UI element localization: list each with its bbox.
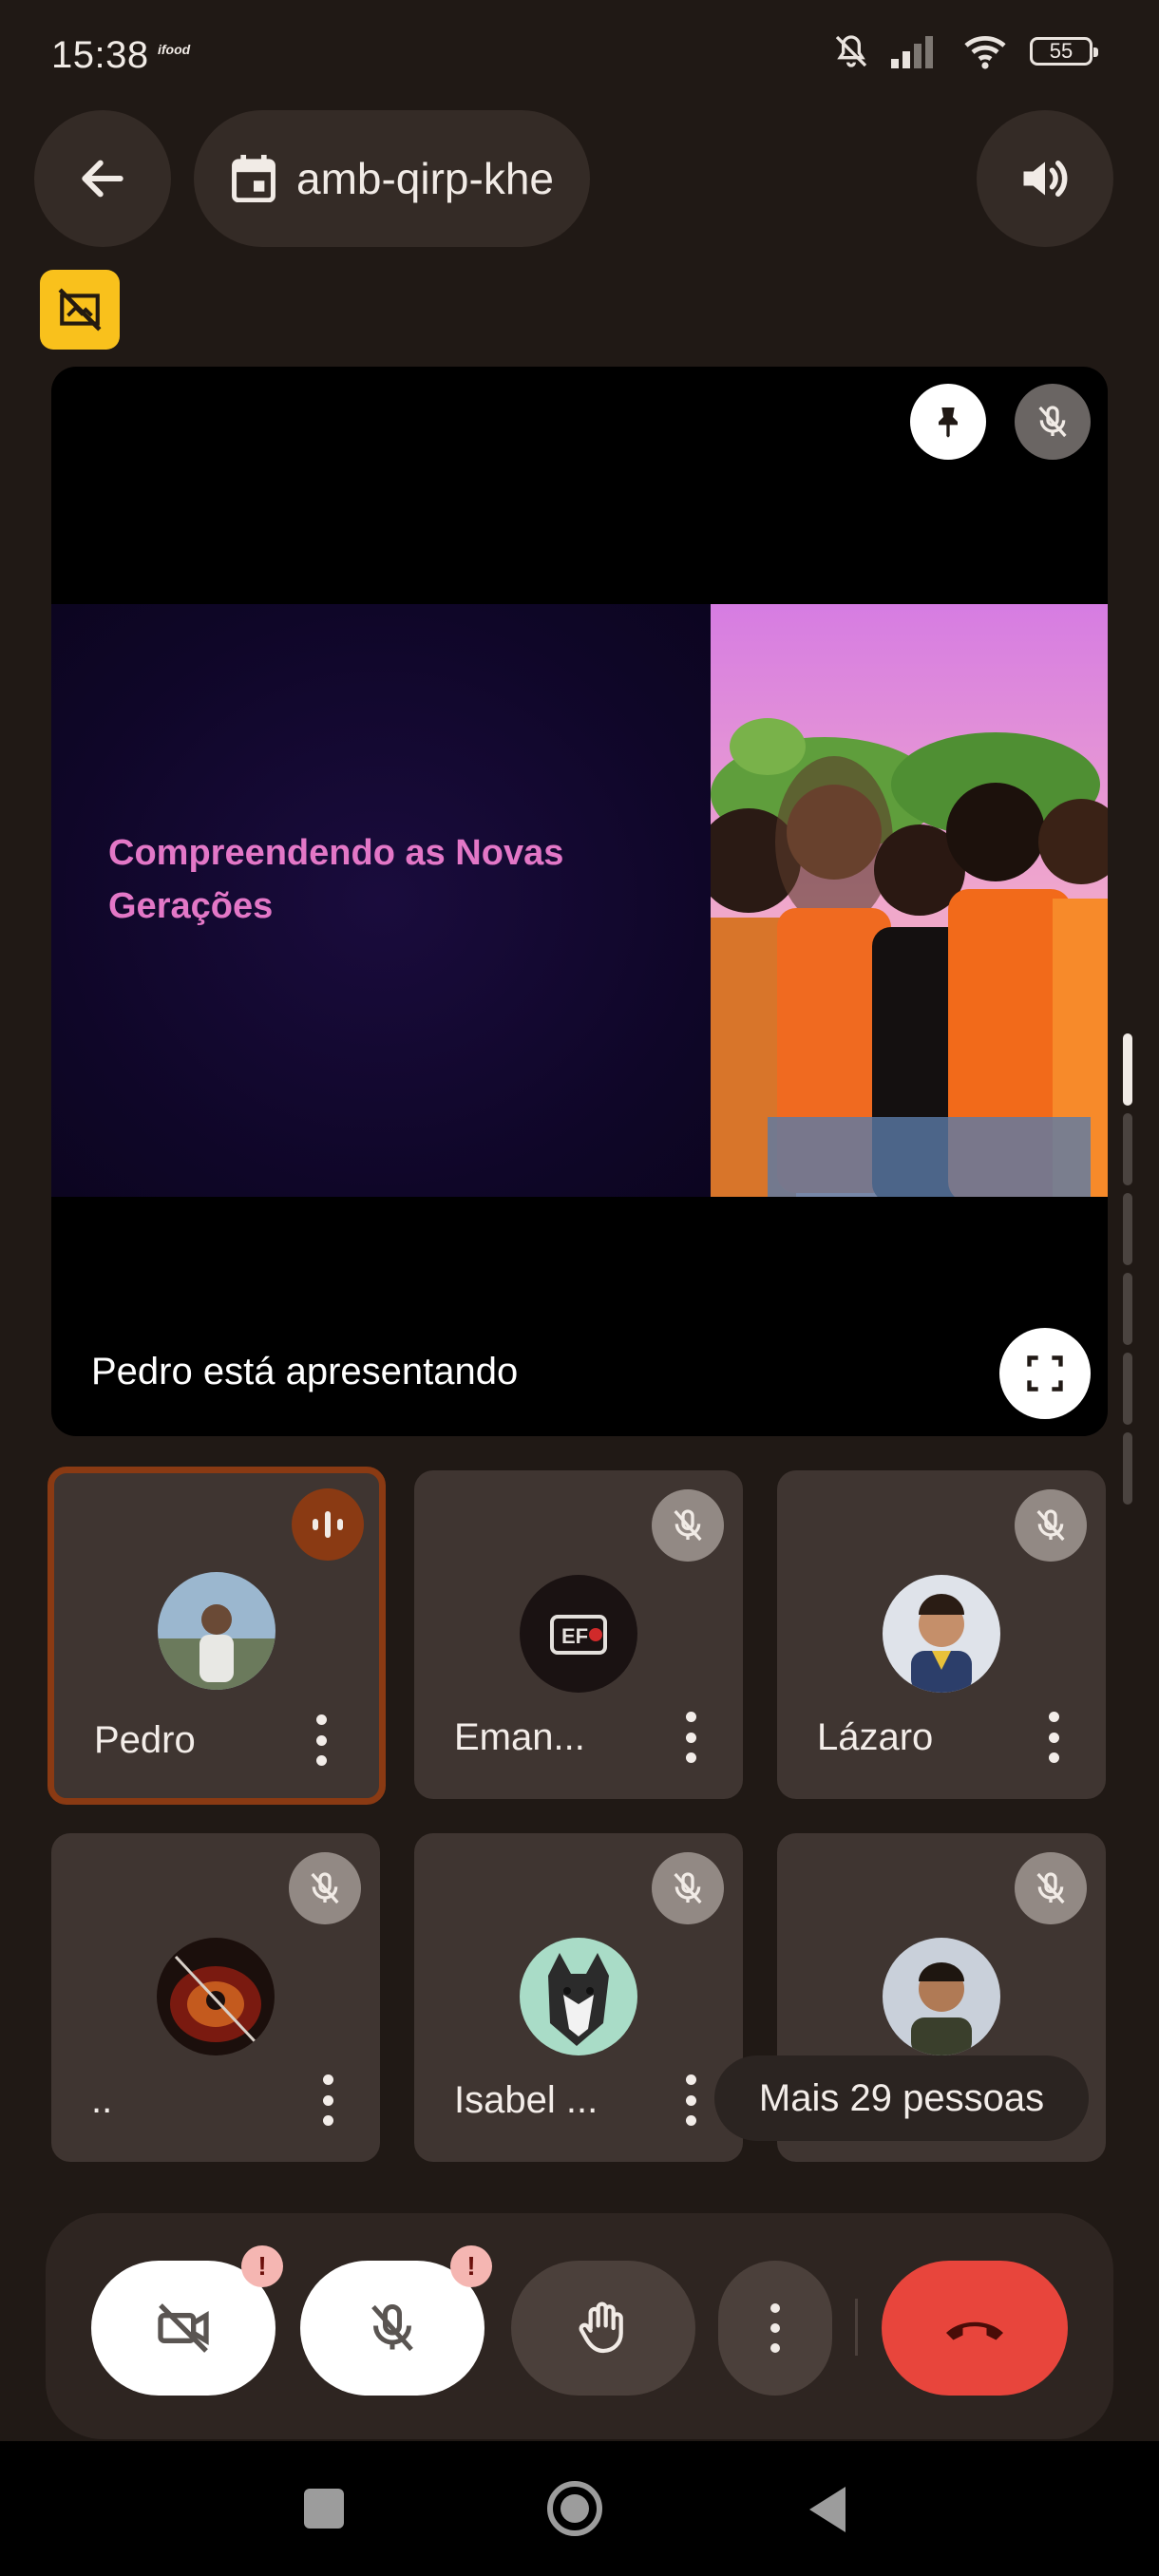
mic-off-icon <box>674 1872 702 1904</box>
more-options-icon[interactable] <box>684 1712 697 1763</box>
meeting-info-pill[interactable]: amb-qirp-khe <box>194 110 590 247</box>
meeting-code: amb-qirp-khe <box>296 154 554 203</box>
avatar <box>157 1938 275 2055</box>
fullscreen-icon <box>1027 1355 1063 1392</box>
mic-off-icon <box>1038 406 1067 438</box>
participant-tile[interactable]: .. <box>51 1833 380 2162</box>
participant-name: .. <box>91 2079 113 2121</box>
battery-icon: 55 <box>1030 37 1098 66</box>
end-call-button[interactable] <box>882 2261 1068 2396</box>
ifood-notification-icon: ifood <box>158 42 191 57</box>
participant-tile[interactable]: Lázaro <box>777 1470 1106 1799</box>
scroll-indicator-active <box>1123 1033 1132 1106</box>
participant-tile[interactable]: EF Eman... <box>414 1470 743 1799</box>
muted-indicator <box>1015 1852 1087 1924</box>
muted-indicator <box>652 1852 724 1924</box>
mic-alert-badge: ! <box>450 2245 492 2287</box>
participant-name: Eman... <box>454 1716 585 1758</box>
calendar-icon <box>232 155 276 202</box>
svg-text:EF: EF <box>561 1624 588 1648</box>
camera-off-icon <box>158 2303 209 2353</box>
participant-tile[interactable]: Pedro <box>48 1467 386 1805</box>
status-icons: 55 <box>832 32 1098 70</box>
home-button[interactable] <box>547 2481 602 2536</box>
group-photo-image <box>711 604 1108 1197</box>
scroll-indicator <box>1123 1432 1132 1505</box>
audio-waves-icon <box>313 1511 343 1538</box>
slide-title: Compreendendo as Novas Gerações <box>108 833 564 926</box>
participant-name: Pedro <box>94 1719 196 1761</box>
more-options-button[interactable] <box>718 2261 832 2396</box>
volume-icon <box>1023 161 1068 197</box>
mic-off-icon <box>311 1872 339 1904</box>
wifi-icon <box>964 35 1006 69</box>
avatar: EF <box>520 1575 637 1693</box>
bell-off-icon <box>835 35 867 67</box>
more-participants-chip[interactable]: Mais 29 pessoas <box>714 2055 1089 2141</box>
hang-up-icon <box>946 2321 1003 2340</box>
muted-indicator <box>1015 1489 1087 1562</box>
no-video-recording-icon <box>58 288 102 331</box>
fullscreen-button[interactable] <box>999 1328 1091 1419</box>
shared-slide: Compreendendo as Novas Gerações <box>51 604 1108 1197</box>
audio-output-button[interactable] <box>977 110 1113 247</box>
scroll-indicator <box>1123 1113 1132 1185</box>
scroll-indicator <box>1123 1193 1132 1265</box>
presenter-label: Pedro está apresentando <box>91 1351 519 1392</box>
status-time: 15:38 <box>51 34 149 76</box>
arrow-left-icon <box>82 160 124 198</box>
more-options-icon[interactable] <box>684 2074 697 2126</box>
muted-indicator <box>652 1489 724 1562</box>
recording-disabled-badge[interactable] <box>40 270 120 350</box>
presenter-mic-status <box>1015 384 1091 460</box>
avatar <box>883 1575 1000 1693</box>
mic-off-icon <box>371 2304 413 2352</box>
more-vert-icon <box>770 2303 781 2353</box>
mic-off-icon <box>674 1509 702 1542</box>
participant-name: Lázaro <box>817 1716 934 1758</box>
mic-off-icon <box>1036 1509 1065 1542</box>
muted-indicator <box>289 1852 361 1924</box>
pin-icon <box>939 407 958 438</box>
scroll-indicator <box>1123 1353 1132 1425</box>
home-icon <box>560 2494 589 2523</box>
back-nav-button[interactable] <box>808 2485 849 2534</box>
raise-hand-button[interactable] <box>511 2261 695 2396</box>
speaking-indicator <box>292 1488 364 1561</box>
mic-off-icon <box>1036 1872 1065 1904</box>
back-button[interactable] <box>34 110 171 247</box>
avatar <box>883 1938 1000 2055</box>
camera-alert-badge: ! <box>241 2245 283 2287</box>
more-options-icon[interactable] <box>314 1714 328 1766</box>
pin-button[interactable] <box>910 384 986 460</box>
avatar <box>158 1572 276 1690</box>
controls-divider <box>855 2299 858 2356</box>
slide-photo <box>711 604 1108 1197</box>
avatar <box>520 1938 637 2055</box>
more-options-icon[interactable] <box>321 2074 334 2126</box>
recents-button[interactable] <box>304 2489 344 2529</box>
scroll-indicator <box>1123 1273 1132 1345</box>
hand-icon <box>579 2301 623 2354</box>
presentation-view[interactable]: Compreendendo as Novas Gerações Pedro es… <box>51 367 1108 1436</box>
participant-tile[interactable]: Isabel ... <box>414 1833 743 2162</box>
more-options-icon[interactable] <box>1047 1712 1060 1763</box>
participant-name: Isabel ... <box>454 2079 598 2121</box>
signal-icon <box>891 36 933 68</box>
